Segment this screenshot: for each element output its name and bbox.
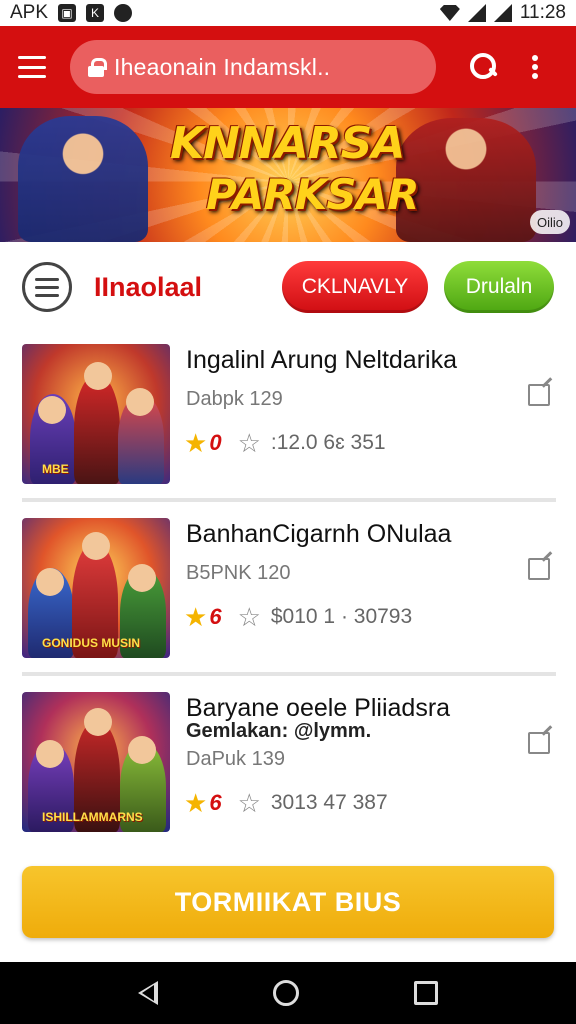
- divider: [22, 672, 556, 676]
- star-filled-icon: ★: [184, 788, 208, 818]
- rating-value: 6: [209, 604, 222, 629]
- image-icon: ▣: [58, 4, 77, 22]
- item-title: BanhanCigarnh ONulaa: [186, 520, 452, 548]
- divider: [22, 498, 556, 502]
- list-item[interactable]: ISHILLAMMARNS Baryane oeele Pliiadsra Ge…: [22, 680, 556, 832]
- signal-icon: [467, 4, 486, 22]
- app-bar: Iheaonain Indamskl..: [0, 26, 576, 108]
- status-bar: APK ▣ K 11:28: [0, 0, 576, 26]
- banner-hero-left: [18, 116, 148, 242]
- star-outline-icon[interactable]: ☆: [238, 430, 261, 456]
- home-icon[interactable]: [272, 980, 299, 1006]
- banner-subtitle: PARKSAR: [206, 170, 419, 219]
- red-tab-button[interactable]: CKLNAVLY: [282, 261, 428, 313]
- tabs-row: IInaolaal CKLNAVLY Drulaln: [0, 242, 576, 332]
- status-left: APK ▣ K: [10, 2, 133, 24]
- thumb-caption: GONIDUS MUSIN: [42, 636, 141, 650]
- cta-area: TORMIIKAT BIUS: [0, 852, 576, 962]
- signal-icon: [493, 4, 512, 22]
- star-outline-icon[interactable]: ☆: [238, 604, 261, 630]
- rating-value: 6: [209, 790, 222, 815]
- rating-row: ★ 6 ☆ $010 1 · 30793: [184, 604, 412, 630]
- green-tab-button[interactable]: Drulaln: [444, 261, 554, 313]
- thumb-caption: MBE: [42, 462, 69, 476]
- star-filled-icon: ★: [184, 602, 208, 632]
- edit-icon[interactable]: [528, 558, 550, 580]
- item-meta: DaPuk 139: [186, 748, 285, 770]
- status-app-label: APK: [10, 2, 49, 23]
- list-item[interactable]: GONIDUS MUSIN BanhanCigarnh ONulaa B5PNK…: [22, 506, 556, 658]
- item-title: Baryane oeele Pliiadsra: [186, 694, 451, 722]
- item-stats: 3013 47 387: [270, 791, 388, 814]
- k-icon: K: [86, 4, 105, 22]
- lock-icon: [88, 58, 107, 77]
- banner-badge: Oilio: [530, 210, 570, 234]
- search-icon[interactable]: [470, 53, 498, 81]
- edit-icon[interactable]: [528, 384, 550, 406]
- more-vert-icon[interactable]: [532, 55, 538, 79]
- search-input[interactable]: Iheaonain Indamskl..: [70, 40, 436, 94]
- rating-row: ★ 6 ☆ 3013 47 387: [184, 790, 388, 816]
- status-right: 11:28: [439, 2, 566, 24]
- item-stats: :12.0 6ɛ 351: [270, 431, 386, 454]
- system-nav-bar: [0, 962, 576, 1024]
- list-item[interactable]: MBE Ingalinl Arung Neltdarika Dabpk 129 …: [22, 332, 556, 484]
- search-text: Iheaonain Indamskl..: [114, 53, 331, 80]
- edit-icon[interactable]: [528, 732, 550, 754]
- primary-cta-button[interactable]: TORMIIKAT BIUS: [22, 866, 554, 938]
- app-thumbnail: GONIDUS MUSIN: [22, 518, 170, 658]
- banner-title: KNNARSA: [170, 118, 405, 169]
- wifi-icon: [439, 5, 460, 21]
- star-filled-icon: ★: [184, 428, 208, 458]
- item-title: Ingalinl Arung Neltdarika: [186, 346, 457, 374]
- item-meta: Dabpk 129: [186, 388, 283, 410]
- status-time: 11:28: [519, 2, 566, 23]
- item-stats: $010 1 · 30793: [270, 605, 413, 628]
- circle-icon: [114, 4, 133, 22]
- back-icon[interactable]: [137, 981, 158, 1005]
- menu-icon[interactable]: [18, 56, 46, 78]
- item-subtitle: Gemlakan: @lymm.: [186, 720, 372, 742]
- thumb-caption: ISHILLAMMARNS: [42, 810, 143, 824]
- app-thumbnail: ISHILLAMMARNS: [22, 692, 170, 832]
- rating-value: 0: [209, 430, 222, 455]
- app-list: MBE Ingalinl Arung Neltdarika Dabpk 129 …: [0, 332, 576, 852]
- star-outline-icon[interactable]: ☆: [238, 790, 261, 816]
- item-meta: B5PNK 120: [186, 562, 291, 584]
- section-label: IInaolaal: [94, 271, 203, 302]
- app-thumbnail: MBE: [22, 344, 170, 484]
- rating-row: ★ 0 ☆ :12.0 6ɛ 351: [184, 430, 386, 456]
- recents-icon[interactable]: [414, 981, 439, 1005]
- list-menu-icon[interactable]: [22, 262, 72, 312]
- promo-banner[interactable]: KNNARSA PARKSAR Oilio: [0, 108, 576, 242]
